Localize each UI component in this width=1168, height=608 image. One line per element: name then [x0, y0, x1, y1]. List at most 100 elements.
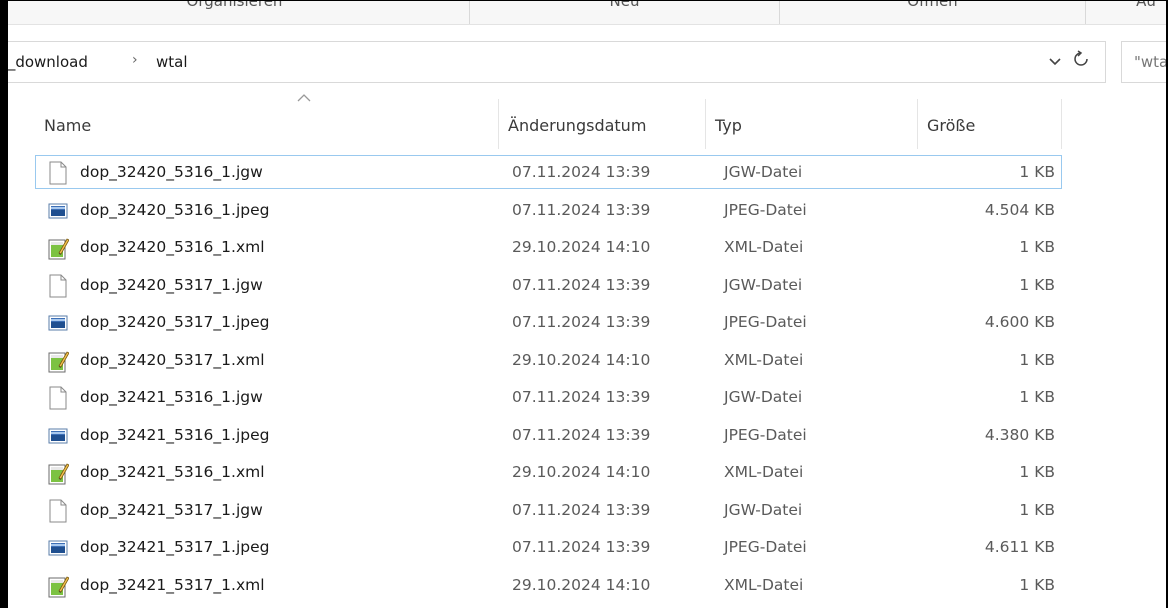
ribbon-group-new[interactable]: Neu — [470, 1, 780, 24]
file-row[interactable]: dop_32421_5317_1.xml 29.10.2024 14:10 XML-… — [35, 568, 1062, 602]
file-date: 07.11.2024 13:39 — [512, 163, 651, 181]
file-name: dop_32420_5316_1.jgw — [80, 163, 263, 181]
file-name: dop_32420_5317_1.jgw — [80, 275, 263, 294]
file-row[interactable]: dop_32421_5317_1.jpeg 07.11.2024 13:39 JPE… — [35, 530, 1062, 564]
chevron-down-icon[interactable] — [1044, 50, 1066, 74]
explorer-window: Organisieren Neu Öffnen Au s_download › … — [0, 0, 1166, 608]
file-row[interactable]: dop_32420_5316_1.jpeg 07.11.2024 13:39 JPE… — [35, 193, 1062, 227]
ribbon-group-open[interactable]: Öffnen — [780, 1, 1086, 24]
file-size: 1 KB — [1019, 163, 1055, 181]
file-size: 1 KB — [1019, 275, 1055, 294]
file-date: 07.11.2024 13:39 — [512, 388, 651, 406]
file-date: 29.10.2024 14:10 — [512, 350, 651, 369]
column-header-label: Größe — [927, 116, 976, 135]
column-headers: Name Änderungsdatum Typ Größe — [8, 94, 1068, 151]
file-size: 4.600 KB — [984, 313, 1055, 331]
file-name: dop_32421_5317_1.xml — [80, 575, 265, 594]
ribbon-group-label: Organisieren — [186, 1, 283, 10]
ribbon-group-labels: Organisieren Neu Öffnen Au — [8, 1, 1166, 25]
file-size: 1 KB — [1019, 575, 1055, 594]
file-date: 07.11.2024 13:39 — [512, 275, 651, 294]
xml-file-icon — [47, 461, 70, 485]
file-name: dop_32420_5317_1.xml — [80, 350, 265, 369]
file-row[interactable]: dop_32420_5316_1.jgw 07.11.2024 13:39 JGW-… — [35, 155, 1062, 189]
file-type: JPEG-Datei — [724, 313, 807, 331]
ribbon-group-label: Neu — [609, 1, 640, 10]
refresh-icon[interactable] — [1070, 50, 1092, 74]
file-type: JGW-Datei — [724, 388, 803, 406]
ribbon-group-organize[interactable]: Organisieren — [8, 1, 470, 24]
address-row: s_download › wtal "wtal" — [8, 41, 1166, 83]
file-size: 1 KB — [1019, 388, 1055, 406]
file-size: 1 KB — [1019, 500, 1055, 519]
file-name: dop_32420_5317_1.jpeg — [80, 313, 270, 331]
file-date: 07.11.2024 13:39 — [512, 425, 651, 444]
file-date: 07.11.2024 13:39 — [512, 538, 651, 556]
file-row[interactable]: dop_32421_5316_1.jgw 07.11.2024 13:39 JGW-… — [35, 380, 1062, 414]
file-size: 1 KB — [1019, 238, 1055, 256]
file-type: JGW-Datei — [724, 163, 803, 181]
file-row[interactable]: dop_32420_5316_1.xml 29.10.2024 14:10 XML-… — [35, 230, 1062, 264]
ribbon-group-label: Öffnen — [907, 1, 958, 10]
file-type: JPEG-Datei — [724, 538, 807, 556]
file-date: 29.10.2024 14:10 — [512, 463, 651, 481]
file-name: dop_32421_5316_1.xml — [80, 463, 265, 481]
file-size: 4.380 KB — [984, 425, 1055, 444]
ribbon-group-label: Au — [1136, 1, 1156, 10]
file-size: 4.504 KB — [984, 200, 1055, 219]
file-date: 07.11.2024 13:39 — [512, 313, 651, 331]
column-header-date[interactable]: Änderungsdatum — [499, 99, 706, 149]
file-name: dop_32420_5316_1.xml — [80, 238, 265, 256]
file-row[interactable]: dop_32420_5317_1.jgw 07.11.2024 13:39 JGW-… — [35, 268, 1062, 302]
file-row[interactable]: dop_32421_5316_1.jpeg 07.11.2024 13:39 JPE… — [35, 418, 1062, 452]
blank-file-icon — [47, 499, 69, 523]
image-file-icon — [47, 536, 69, 560]
column-header-name[interactable]: Name — [35, 94, 499, 149]
file-row[interactable]: dop_32421_5316_1.xml 29.10.2024 14:10 XML-… — [35, 455, 1062, 489]
column-header-type[interactable]: Typ — [706, 99, 918, 149]
file-name: dop_32421_5317_1.jgw — [80, 500, 263, 519]
file-date: 29.10.2024 14:10 — [512, 575, 651, 594]
file-type: XML-Datei — [724, 350, 804, 369]
file-type: JPEG-Datei — [724, 425, 807, 444]
blank-file-icon — [47, 386, 69, 410]
image-file-icon — [47, 424, 69, 448]
column-header-label: Name — [44, 116, 92, 135]
file-name: dop_32420_5316_1.jpeg — [80, 200, 270, 219]
file-name: dop_32421_5316_1.jpeg — [80, 425, 270, 444]
file-name: dop_32421_5317_1.jpeg — [80, 538, 270, 556]
column-header-label: Typ — [715, 116, 742, 135]
chevron-right-icon[interactable]: › — [132, 52, 138, 68]
file-row[interactable]: dop_32420_5317_1.xml 29.10.2024 14:10 XML-… — [35, 343, 1062, 377]
xml-file-icon — [47, 236, 70, 260]
file-name: dop_32421_5316_1.jgw — [80, 388, 263, 406]
breadcrumb-current[interactable]: wtal — [156, 53, 188, 71]
xml-file-icon — [47, 574, 70, 598]
file-type: XML-Datei — [724, 463, 804, 481]
address-bar[interactable]: s_download › wtal — [8, 41, 1106, 83]
file-size: 4.611 KB — [984, 538, 1055, 556]
file-type: JPEG-Datei — [724, 200, 807, 219]
search-input[interactable]: "wtal" — [1121, 41, 1166, 83]
file-row[interactable]: dop_32421_5317_1.jgw 07.11.2024 13:39 JGW-… — [35, 493, 1062, 527]
file-row[interactable]: dop_32420_5317_1.jpeg 07.11.2024 13:39 JPE… — [35, 305, 1062, 339]
file-type: XML-Datei — [724, 575, 804, 594]
file-type: JGW-Datei — [724, 275, 803, 294]
file-type: XML-Datei — [724, 238, 804, 256]
search-placeholder: "wtal" — [1134, 53, 1166, 71]
file-size: 1 KB — [1019, 350, 1055, 369]
file-date: 07.11.2024 13:39 — [512, 500, 651, 519]
image-file-icon — [47, 199, 69, 223]
file-size: 1 KB — [1019, 463, 1055, 481]
image-file-icon — [47, 311, 69, 335]
breadcrumb-parent[interactable]: s_download — [8, 53, 88, 71]
file-type: JGW-Datei — [724, 500, 803, 519]
ribbon-group-select[interactable]: Au — [1086, 1, 1166, 24]
xml-file-icon — [47, 349, 70, 373]
column-header-label: Änderungsdatum — [508, 116, 647, 135]
blank-file-icon — [47, 274, 69, 298]
file-date: 29.10.2024 14:10 — [512, 238, 651, 256]
blank-file-icon — [47, 161, 69, 185]
column-header-size[interactable]: Größe — [918, 99, 1062, 149]
sort-ascending-icon — [297, 91, 311, 106]
